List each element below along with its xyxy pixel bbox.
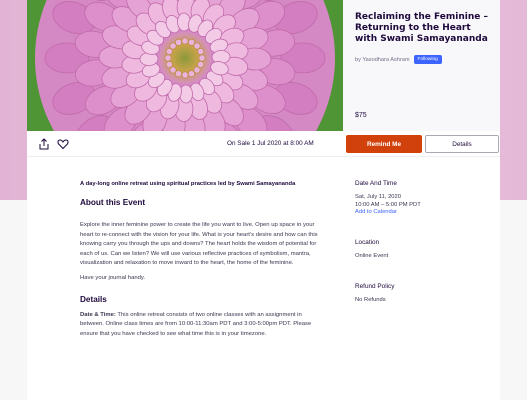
event-card: Reclaiming the Feminine – Returning to t… <box>27 0 500 400</box>
flower-bud <box>197 60 205 69</box>
dahlia-flower-image <box>27 0 343 131</box>
ticket-price: $75 <box>355 112 367 119</box>
share-icon[interactable] <box>38 138 50 150</box>
flower-bud <box>193 42 201 50</box>
flower-bud <box>174 70 183 78</box>
flower-bud <box>181 37 189 45</box>
event-summary-panel: Reclaiming the Feminine – Returning to t… <box>343 0 500 131</box>
details-paragraph: Date & Time: This online retreat consist… <box>80 311 318 340</box>
date-time-heading: Date And Time <box>355 180 397 187</box>
time-text: 10:00 AM – 5:00 PM PDT <box>355 202 421 209</box>
organizer-link[interactable]: by Yasodhara Ashram <box>355 57 410 63</box>
heart-icon[interactable] <box>57 138 69 150</box>
refund-policy-text: No Refunds <box>355 296 386 303</box>
details-label: Date & Time: <box>80 311 116 318</box>
location-heading: Location <box>355 238 380 246</box>
about-paragraph: Explore the inner feminine power to crea… <box>80 222 318 267</box>
event-summary: A day-long online retreat using spiritua… <box>80 181 296 187</box>
add-to-calendar-link[interactable]: Add to Calendar <box>355 209 495 216</box>
flower-bud <box>187 38 196 46</box>
event-hero-image <box>27 0 343 131</box>
details-button[interactable]: Details <box>425 135 499 153</box>
remind-me-button[interactable]: Remind Me <box>346 135 422 153</box>
sale-date-text: On Sale 1 Jul 2020 at 8:00 AM <box>227 140 314 147</box>
flower-bud <box>193 66 201 74</box>
flower-bud <box>165 47 173 56</box>
about-heading: About this Event <box>80 198 146 207</box>
organizer-row: by Yasodhara Ashram Following <box>355 55 489 64</box>
details-heading: Details <box>80 294 107 304</box>
flower-bud <box>181 71 189 79</box>
refund-policy-heading: Refund Policy <box>355 282 395 290</box>
event-title: Reclaiming the Feminine – Returning to t… <box>355 12 488 44</box>
date-text: Sat, July 11, 2020 <box>355 194 401 200</box>
flower-bud <box>164 54 172 62</box>
flower-bud <box>187 70 196 78</box>
location-text: Online Event <box>355 252 389 259</box>
event-description: A day-long online retreat using spiritua… <box>80 180 318 339</box>
flower-bud <box>169 66 177 74</box>
flower-bud <box>198 54 206 62</box>
follow-button[interactable]: Following <box>413 55 442 64</box>
flower-bud <box>197 47 205 56</box>
flower-bud <box>174 38 183 46</box>
journal-note: Have your journal handy. <box>80 274 146 281</box>
flower-bud <box>165 60 173 69</box>
action-bar: On Sale 1 Jul 2020 at 8:00 AM Remind Me … <box>27 131 500 157</box>
event-info-sidebar: Date And Time Sat, July 11, 2020 10:00 A… <box>355 180 495 304</box>
flower-bud <box>169 42 177 50</box>
